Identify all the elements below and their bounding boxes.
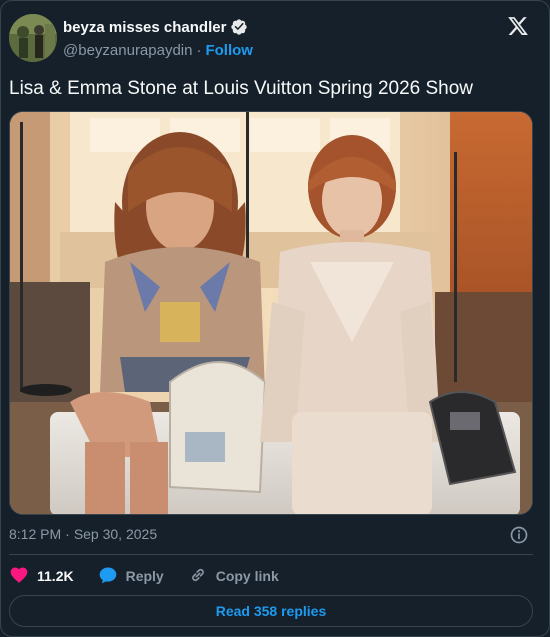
action-bar: 11.2K Reply Copy link: [9, 565, 303, 587]
tweet-time: 8:12 PM: [9, 526, 62, 542]
author-handle[interactable]: @beyzanurapaydin: [63, 42, 192, 59]
tweet-photo[interactable]: [9, 111, 533, 515]
follow-button[interactable]: Follow: [205, 42, 253, 59]
heart-icon: [9, 565, 29, 588]
x-logo-icon[interactable]: [507, 15, 529, 37]
divider: [9, 554, 533, 555]
reply-bubble-icon: [98, 565, 118, 588]
link-icon: [188, 565, 208, 588]
like-button[interactable]: 11.2K: [9, 565, 74, 588]
copy-link-label: Copy link: [215, 568, 279, 584]
reply-label: Reply: [125, 568, 164, 584]
avatar[interactable]: [9, 14, 57, 62]
tweet-timestamp[interactable]: 8:12 PM · Sep 30, 2025: [9, 526, 157, 542]
tweet-date: Sep 30, 2025: [73, 526, 158, 542]
info-icon[interactable]: [509, 525, 529, 545]
separator-dot: ·: [196, 42, 202, 59]
verified-badge-icon: [230, 18, 248, 36]
author-handle-row: @beyzanurapaydin · Follow: [63, 42, 253, 59]
timestamp-separator: ·: [65, 526, 70, 542]
reply-button[interactable]: Reply: [98, 565, 164, 588]
tweet-card: beyza misses chandler @beyzanurapaydin ·…: [0, 0, 550, 637]
tweet-text: Lisa & Emma Stone at Louis Vuitton Sprin…: [9, 78, 474, 99]
author-display-name[interactable]: beyza misses chandler: [63, 19, 226, 36]
author-name-row[interactable]: beyza misses chandler: [63, 18, 248, 36]
like-count: 11.2K: [37, 568, 74, 584]
read-replies-button[interactable]: Read 358 replies: [9, 595, 533, 627]
copy-link-button[interactable]: Copy link: [188, 565, 279, 588]
